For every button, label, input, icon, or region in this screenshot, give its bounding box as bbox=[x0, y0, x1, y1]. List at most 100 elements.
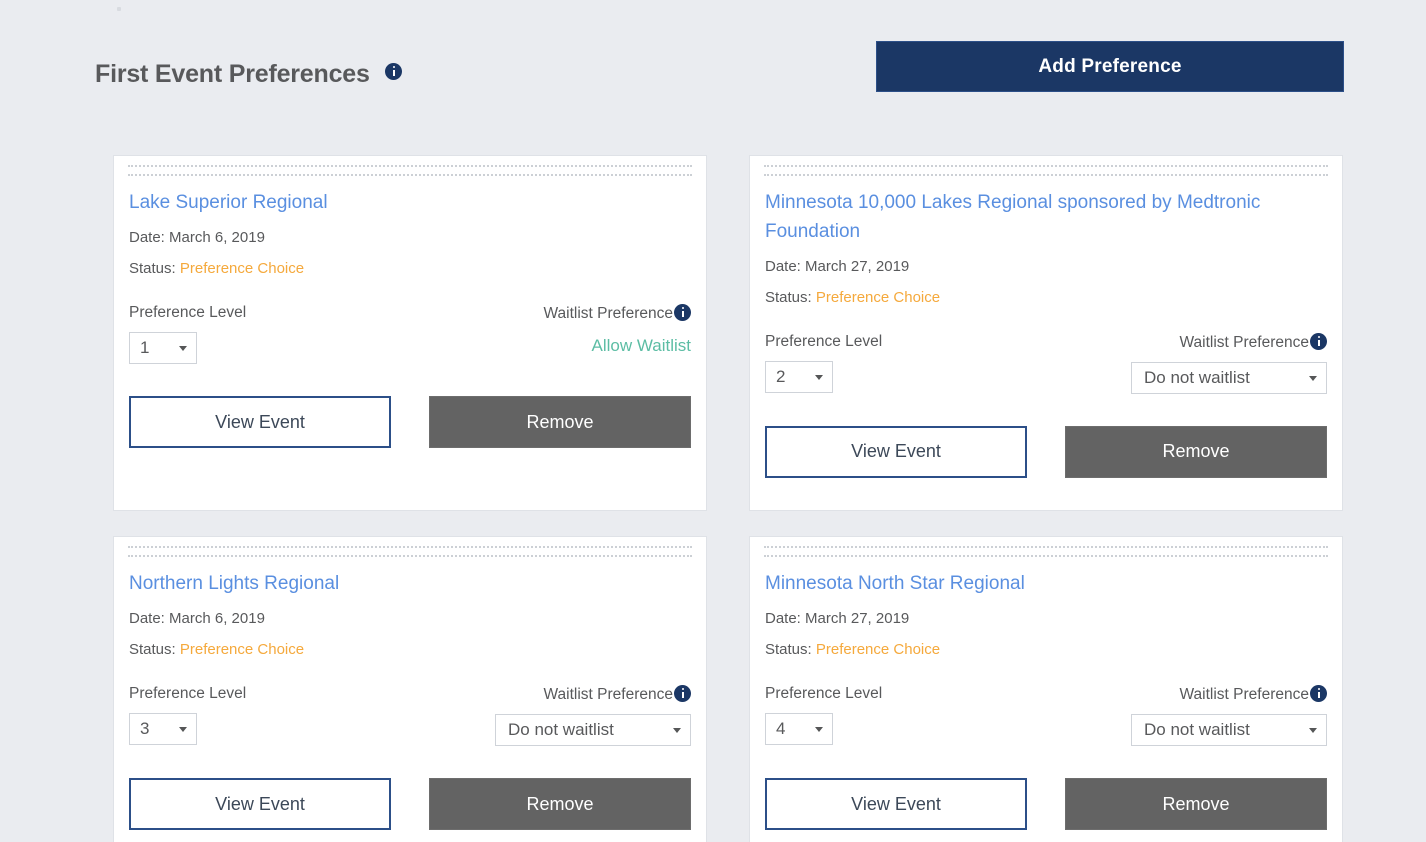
preference-card: Northern Lights Regional Date: March 6, … bbox=[113, 536, 707, 842]
event-date: Date: March 6, 2019 bbox=[129, 229, 265, 247]
waitlist-preference-label-text: Waitlist Preference bbox=[1179, 686, 1310, 704]
remove-button[interactable]: Remove bbox=[429, 778, 691, 831]
waitlist-preference-label-text: Waitlist Preference bbox=[543, 305, 674, 323]
waitlist-preference-label: Waitlist Preference bbox=[410, 685, 691, 704]
status-badge: Preference Choice bbox=[179, 641, 305, 659]
preference-level-group: Preference Level 3 bbox=[129, 685, 410, 746]
waitlist-preference-label: Waitlist Preference bbox=[1046, 685, 1327, 704]
status-badge: Preference Choice bbox=[815, 288, 941, 306]
preference-level-label: Preference Level bbox=[129, 685, 247, 703]
preference-cards-grid: Lake Superior Regional Date: March 6, 20… bbox=[113, 155, 1345, 842]
view-event-button[interactable]: View Event bbox=[765, 425, 1028, 478]
preference-card: Lake Superior Regional Date: March 6, 20… bbox=[113, 155, 707, 511]
preference-card: Minnesota 10,000 Lakes Regional sponsore… bbox=[749, 155, 1343, 511]
waitlist-preference-select[interactable]: Do not waitlist bbox=[495, 714, 691, 747]
card-row: Lake Superior Regional Date: March 6, 20… bbox=[113, 155, 1345, 511]
card-fields-row: Preference Level 2 Waitlist Preference D… bbox=[765, 332, 1327, 394]
event-status: Status: Preference Choice bbox=[765, 641, 1327, 658]
card-actions-row: View Event Remove bbox=[129, 778, 691, 831]
page-title-text: First Event Preferences bbox=[95, 60, 370, 88]
remove-button[interactable]: Remove bbox=[1065, 425, 1327, 478]
preference-level-select[interactable]: 3 bbox=[129, 713, 197, 746]
card-dotted-divider bbox=[764, 546, 1328, 557]
event-status: Status: Preference Choice bbox=[129, 641, 691, 658]
preference-level-select[interactable]: 1 bbox=[129, 332, 197, 365]
preference-level-label: Preference Level bbox=[765, 685, 883, 703]
waitlist-preference-group: Waitlist Preference Allow Waitlist bbox=[410, 304, 691, 356]
card-fields-row: Preference Level 3 Waitlist Preference D… bbox=[129, 685, 691, 747]
status-badge: Preference Choice bbox=[179, 260, 305, 278]
add-preference-button[interactable]: Add Preference bbox=[876, 41, 1344, 92]
chevron-down-icon bbox=[815, 727, 823, 733]
event-title-link[interactable]: Minnesota North Star Regional bbox=[765, 569, 1327, 599]
chevron-down-icon bbox=[1309, 375, 1317, 381]
preference-card: Minnesota North Star Regional Date: Marc… bbox=[749, 536, 1343, 842]
status-label: Status: bbox=[129, 641, 180, 659]
preference-level-group: Preference Level 4 bbox=[765, 685, 1046, 746]
preference-level-value: 4 bbox=[776, 719, 786, 739]
waitlist-preference-label-text: Waitlist Preference bbox=[543, 686, 674, 704]
view-event-button[interactable]: View Event bbox=[129, 396, 392, 449]
card-dotted-divider bbox=[128, 546, 692, 557]
waitlist-preference-label: Waitlist Preference bbox=[1046, 332, 1327, 352]
remove-button[interactable]: Remove bbox=[429, 396, 691, 449]
waitlist-preference-group: Waitlist Preference Do not waitlist bbox=[410, 685, 691, 747]
page-header: First Event Preferences Add Preference bbox=[0, 0, 1426, 120]
preference-level-select[interactable]: 2 bbox=[765, 360, 833, 393]
waitlist-preference-label-text: Waitlist Preference bbox=[1179, 333, 1310, 351]
status-label: Status: bbox=[765, 641, 816, 659]
waitlist-preference-value: Do not waitlist bbox=[1144, 367, 1250, 387]
event-title-link[interactable]: Minnesota 10,000 Lakes Regional sponsore… bbox=[765, 188, 1327, 247]
waitlist-preference-value: Allow Waitlist bbox=[591, 336, 692, 356]
chevron-down-icon bbox=[815, 374, 823, 380]
info-icon[interactable] bbox=[1310, 685, 1327, 703]
event-status: Status: Preference Choice bbox=[129, 260, 691, 277]
preferences-page: First Event Preferences Add Preference L… bbox=[0, 0, 1426, 842]
page-title-info-icon[interactable] bbox=[385, 58, 403, 87]
waitlist-preference-value: Do not waitlist bbox=[1144, 720, 1250, 740]
preference-level-group: Preference Level 1 bbox=[129, 304, 410, 365]
chevron-down-icon bbox=[179, 346, 187, 352]
chevron-down-icon bbox=[673, 728, 681, 734]
card-actions-row: View Event Remove bbox=[765, 425, 1327, 478]
page-title: First Event Preferences bbox=[95, 58, 403, 89]
card-fields-row: Preference Level 1 Waitlist Preference A… bbox=[129, 304, 691, 365]
waitlist-preference-group: Waitlist Preference Do not waitlist bbox=[1046, 332, 1327, 394]
info-icon[interactable] bbox=[674, 685, 691, 703]
remove-button[interactable]: Remove bbox=[1065, 778, 1327, 831]
card-fields-row: Preference Level 4 Waitlist Preference D… bbox=[765, 685, 1327, 747]
chevron-down-icon bbox=[179, 727, 187, 733]
waitlist-preference-value: Do not waitlist bbox=[508, 720, 614, 740]
preference-level-value: 3 bbox=[140, 719, 150, 739]
card-actions-row: View Event Remove bbox=[129, 396, 691, 449]
preference-level-group: Preference Level 2 bbox=[765, 333, 1046, 393]
preference-level-label: Preference Level bbox=[129, 304, 247, 322]
event-title-link[interactable]: Northern Lights Regional bbox=[129, 569, 691, 599]
event-title-link[interactable]: Lake Superior Regional bbox=[129, 188, 691, 218]
event-date: Date: March 6, 2019 bbox=[129, 610, 265, 628]
waitlist-preference-select[interactable]: Do not waitlist bbox=[1131, 714, 1327, 747]
event-date: Date: March 27, 2019 bbox=[765, 257, 910, 275]
waitlist-preference-label: Waitlist Preference bbox=[410, 304, 691, 323]
info-icon bbox=[385, 63, 403, 80]
preference-level-select[interactable]: 4 bbox=[765, 713, 833, 746]
chevron-down-icon bbox=[1309, 728, 1317, 734]
card-actions-row: View Event Remove bbox=[765, 778, 1327, 831]
preference-level-label: Preference Level bbox=[765, 332, 883, 350]
event-status: Status: Preference Choice bbox=[765, 289, 1327, 306]
card-dotted-divider bbox=[128, 165, 692, 176]
view-event-button[interactable]: View Event bbox=[765, 778, 1028, 831]
preference-level-value: 1 bbox=[140, 338, 150, 358]
event-date: Date: March 27, 2019 bbox=[765, 610, 910, 628]
card-row: Northern Lights Regional Date: March 6, … bbox=[113, 536, 1345, 842]
waitlist-preference-select[interactable]: Do not waitlist bbox=[1131, 361, 1327, 394]
info-icon[interactable] bbox=[1310, 332, 1327, 350]
status-label: Status: bbox=[129, 260, 180, 278]
status-badge: Preference Choice bbox=[815, 641, 941, 659]
info-icon[interactable] bbox=[674, 304, 691, 322]
status-label: Status: bbox=[765, 288, 816, 306]
card-dotted-divider bbox=[764, 165, 1328, 176]
waitlist-preference-group: Waitlist Preference Do not waitlist bbox=[1046, 685, 1327, 747]
view-event-button[interactable]: View Event bbox=[129, 778, 392, 831]
preference-level-value: 2 bbox=[776, 366, 786, 386]
